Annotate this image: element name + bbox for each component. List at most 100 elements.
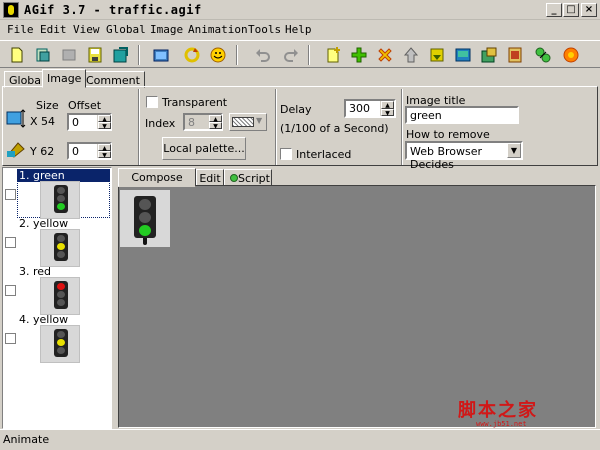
frame-thumbnail[interactable] [40,181,80,219]
menu-edit[interactable]: Edit [40,23,67,36]
open-button[interactable] [32,44,54,66]
menu-file[interactable]: File [7,23,34,36]
x-offset-spinner[interactable]: ▲ ▼ [97,115,111,130]
menu-help[interactable]: Help [285,23,312,36]
optimize-button[interactable] [532,44,554,66]
red-lamp [57,235,65,242]
new-button[interactable] [6,44,28,66]
spin-up-icon[interactable]: ▲ [98,144,111,152]
watermark-url: www.jb51.net [476,420,527,428]
insert-image-icon [455,48,471,62]
export2-button[interactable] [504,44,526,66]
settings-icon [563,47,579,63]
save-as-icon [113,47,128,63]
delay-unit-label: (1/100 of a Second) [280,122,389,135]
watermark: 脚本之家 [458,400,538,421]
status-bar [0,429,600,450]
spin-up-icon[interactable]: ▲ [381,101,394,109]
local-palette-button[interactable]: Local palette... [162,137,246,160]
move-up-button[interactable] [400,44,422,66]
move-down-icon [430,48,444,62]
menu-animation[interactable]: Animation [188,23,248,36]
panel-divider [138,89,140,165]
red-lamp [57,331,65,338]
undo-button[interactable] [252,44,274,66]
index-spinner[interactable]: ▲ ▼ [208,115,222,130]
frame-thumbnail[interactable] [40,325,80,363]
add-button[interactable] [348,44,370,66]
toolbar-separator [138,45,140,65]
close-file-icon [62,49,76,61]
menu-global[interactable]: Global [106,23,146,36]
menu-bar: File Edit View Global Image Animation To… [0,21,600,39]
redo-button[interactable] [280,44,302,66]
toolbar [0,40,600,68]
frame-checkbox[interactable] [5,237,16,248]
insert-image-button[interactable] [452,44,474,66]
spin-down-icon[interactable]: ▼ [98,122,111,130]
save-button[interactable] [84,44,106,66]
export-button[interactable] [478,44,500,66]
preview-icon [153,49,169,62]
delay-spinner[interactable]: ▲ ▼ [380,101,394,116]
x-size-value: 54 [41,115,56,128]
spin-up-icon[interactable]: ▲ [209,115,222,123]
frame-thumbnail[interactable] [40,277,80,315]
new-frame-button[interactable] [322,44,344,66]
color-picker[interactable]: ▼ [229,113,267,131]
x-label: X 54 [30,115,56,128]
refresh-button[interactable] [181,44,203,66]
frame-checkbox[interactable] [5,333,16,344]
y-offset-spinner[interactable]: ▲ ▼ [97,144,111,159]
smiley-button[interactable] [207,44,229,66]
script-status-icon [230,174,238,182]
pattern-swatch [232,117,254,127]
delete-button[interactable] [374,44,396,66]
spin-down-icon[interactable]: ▼ [209,122,222,130]
how-to-remove-value: Web Browser Decides [410,145,483,171]
delete-icon [378,48,392,62]
tab-script[interactable]: Script [224,169,272,186]
compose-canvas[interactable] [118,185,596,428]
add-icon [351,47,367,63]
close-file-button[interactable] [58,44,80,66]
tab-compose[interactable]: Compose [118,168,196,187]
tab-edit[interactable]: Edit [196,169,224,186]
save-as-button[interactable] [110,44,132,66]
smiley-icon [210,47,226,63]
new-frame-icon [327,47,340,63]
minimize-button[interactable]: _ [546,3,562,17]
image-title-input[interactable]: green [405,106,519,124]
compose-image[interactable] [120,190,170,247]
interlaced-checkbox[interactable] [280,148,292,160]
menu-tools[interactable]: Tools [248,23,281,36]
offset-label: Offset [68,99,102,112]
new-icon [11,47,23,63]
how-to-remove-label: How to remove [406,128,490,141]
menu-view[interactable]: View [73,23,100,36]
maximize-button[interactable]: □ [563,3,579,17]
frame-checkbox[interactable] [5,189,16,200]
move-down-button[interactable] [426,44,448,66]
app-icon[interactable] [3,2,19,18]
preview-button[interactable] [150,44,172,66]
tab-image[interactable]: Image [42,69,87,88]
refresh-icon [184,47,200,63]
transparent-checkbox[interactable] [146,96,158,108]
spin-down-icon[interactable]: ▼ [98,151,111,159]
spin-down-icon[interactable]: ▼ [381,108,394,116]
chevron-down-icon[interactable]: ▼ [507,143,521,158]
green-lamp [57,251,65,258]
frame-checkbox[interactable] [5,285,16,296]
frame-thumbnail[interactable] [40,229,80,267]
red-lamp [57,187,65,194]
status-text: Animate [3,433,50,446]
settings-button[interactable] [560,44,582,66]
green-lamp [57,203,65,210]
close-button[interactable]: × [581,3,597,17]
window-title: AGif 3.7 - traffic.agif [24,3,202,17]
how-to-remove-select[interactable]: Web Browser Decides [405,141,523,171]
menu-image[interactable]: Image [150,23,183,36]
spin-up-icon[interactable]: ▲ [98,115,111,123]
yellow-lamp [57,339,65,346]
